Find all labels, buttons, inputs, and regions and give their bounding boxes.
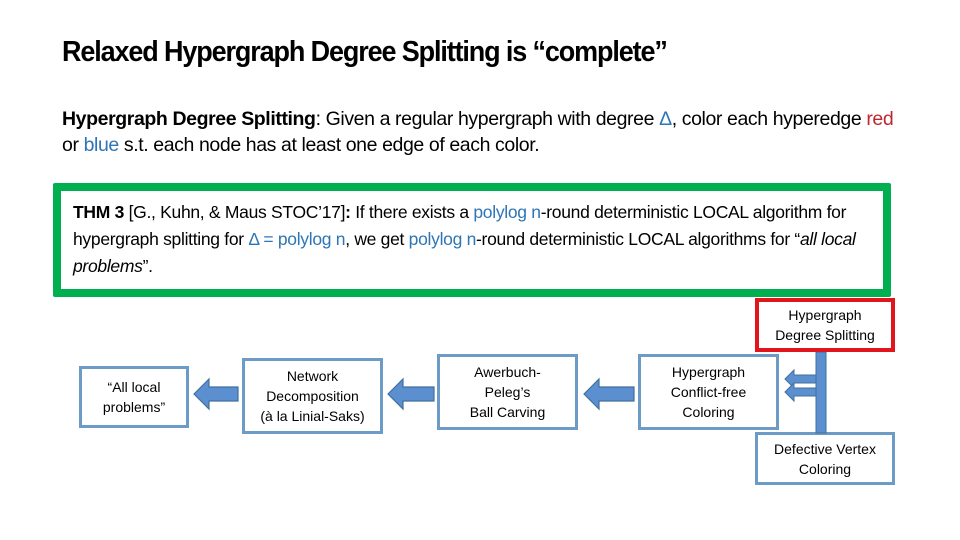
node-network-decomposition: Network Decomposition (à la Linial-Saks) bbox=[242, 358, 383, 434]
theorem-label: THM 3 bbox=[73, 202, 125, 222]
node-ball-carving: Awerbuch- Peleg’s Ball Carving bbox=[437, 354, 578, 430]
merge-arrow-icon bbox=[784, 352, 830, 434]
theorem-part: If there exists a bbox=[350, 202, 474, 222]
definition-part: , color each hyperedge bbox=[671, 108, 867, 130]
node-conflict-free-coloring: Hypergraph Conflict-free Coloring bbox=[638, 354, 779, 430]
theorem-highlight: polylog n bbox=[473, 202, 541, 222]
theorem-text: THM 3 [G., Kuhn, & Maus STOC’17]: If the… bbox=[73, 199, 878, 280]
arrow-left-icon bbox=[583, 377, 635, 411]
definition-part: or bbox=[62, 134, 84, 156]
theorem-part: -round deterministic LOCAL algorithms fo… bbox=[476, 229, 800, 249]
definition-text: Hypergraph Degree Splitting: Given a reg… bbox=[62, 106, 902, 158]
slide-title: Relaxed Hypergraph Degree Splitting is “… bbox=[62, 36, 668, 68]
node-degree-splitting: Hypergraph Degree Splitting bbox=[755, 298, 895, 352]
theorem-part: , we get bbox=[345, 229, 409, 249]
theorem-citation: [G., Kuhn, & Maus STOC’17] bbox=[124, 202, 346, 222]
delta-symbol: Δ bbox=[659, 108, 672, 130]
theorem-highlight: Δ = polylog n bbox=[248, 229, 346, 249]
node-all-local-problems: “All local problems” bbox=[79, 366, 189, 428]
theorem-box: THM 3 [G., Kuhn, & Maus STOC’17]: If the… bbox=[53, 183, 891, 297]
blue-word: blue bbox=[83, 134, 120, 156]
red-word: red bbox=[866, 108, 894, 130]
arrow-left-icon bbox=[387, 377, 435, 411]
definition-part: s.t. each node has at least one edge of … bbox=[118, 134, 540, 156]
theorem-highlight: polylog n bbox=[408, 229, 477, 249]
node-defective-coloring: Defective Vertex Coloring bbox=[755, 432, 895, 485]
definition-part: : Given a regular hypergraph with degree bbox=[315, 108, 660, 130]
theorem-part: ”. bbox=[142, 256, 153, 276]
arrow-left-icon bbox=[193, 377, 239, 411]
definition-term: Hypergraph Degree Splitting bbox=[62, 108, 316, 130]
